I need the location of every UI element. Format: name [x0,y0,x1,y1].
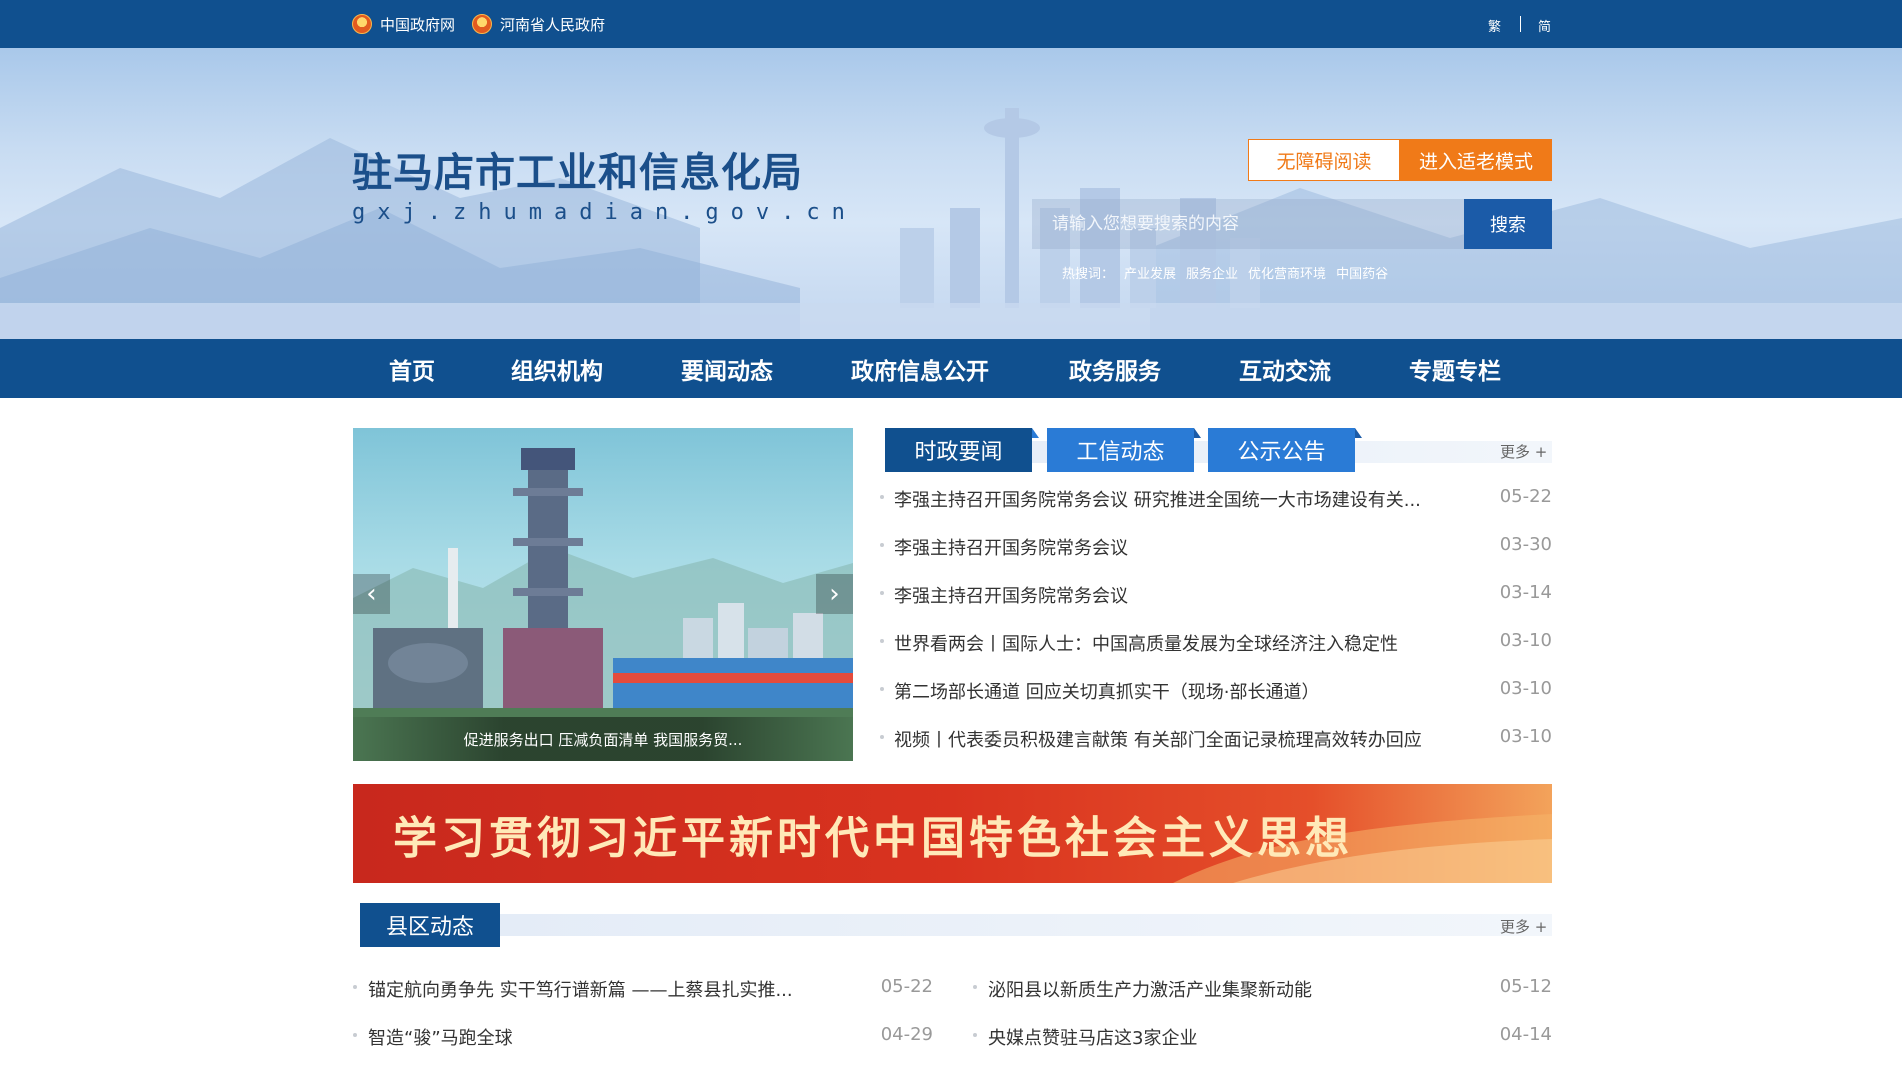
city-skyline-illustration [0,108,1902,339]
news-title[interactable]: 世界看两会丨国际人士：中国高质量发展为全球经济注入稳定性 [894,630,1398,656]
tab-county-news[interactable]: 县区动态 [360,903,500,947]
party-banner-text: 学习贯彻习近平新时代中国特色社会主义思想 [393,812,1353,864]
list-item[interactable]: 李强主持召开国务院常务会议 03-30 [880,534,1552,560]
tab-announcements-label: 公示公告 [1237,440,1326,465]
search-button[interactable]: 搜索 [1464,199,1552,249]
tab-announcements[interactable]: 公示公告 [1208,428,1362,472]
bullet-icon [880,543,884,547]
news-date: 05-22 [1499,486,1552,507]
news-title[interactable]: 李强主持召开国务院常务会议 [894,582,1128,608]
nav-item-news[interactable]: 要闻动态 [681,339,773,398]
news-title[interactable]: 第二场部长通道 回应关切真抓实干（现场·部长通道） [894,678,1319,704]
county-news-title[interactable]: 锚定航向勇争先 实干笃行谱新篇 ——上蔡县扎实推... [368,976,793,1002]
hot-term[interactable]: 优化营商环境 [1248,263,1326,282]
hot-search-label: 热搜词： [1062,267,1115,282]
county-news-date: 04-14 [1499,1024,1552,1045]
news-title[interactable]: 李强主持召开国务院常务会议 [894,534,1128,560]
site-title: 驻马店市工业和信息化局 [352,149,803,196]
party-theme-banner[interactable]: 学习贯彻习近平新时代中国特色社会主义思想 [353,784,1552,883]
national-emblem-icon [352,14,372,34]
hot-term[interactable]: 产业发展 [1124,263,1176,282]
bullet-icon [880,591,884,595]
search-input[interactable] [1032,199,1464,249]
nav-item-home[interactable]: 首页 [389,339,435,398]
list-item[interactable]: 李强主持召开国务院常务会议 03-14 [880,582,1552,608]
hot-term[interactable]: 中国药谷 [1336,263,1388,282]
bullet-icon [353,985,357,989]
lang-divider [1520,16,1521,32]
accessibility-reading-button[interactable]: 无障碍阅读 [1248,139,1400,181]
nav-item-interaction[interactable]: 互动交流 [1239,339,1331,398]
lang-traditional-link[interactable]: 繁 [1488,16,1501,35]
slider-prev-button[interactable]: ‹ [353,574,390,614]
county-news-title[interactable]: 泌阳县以新质生产力激活产业集聚新动能 [988,976,1312,1002]
county-more-link[interactable]: 更多 + [1500,916,1547,937]
nav-item-gov-services[interactable]: 政务服务 [1069,339,1161,398]
bullet-icon [973,1033,977,1037]
chevron-right-icon: › [829,579,840,609]
list-item[interactable]: 智造“骏”马跑全球 04-29 [353,1024,933,1050]
tab-corner [1194,428,1201,438]
nav-item-special-topics[interactable]: 专题专栏 [1409,339,1501,398]
list-item[interactable]: 第二场部长通道 回应关切真抓实干（现场·部长通道） 03-10 [880,678,1552,704]
top-bar: 中国政府网 河南省人民政府 繁 简 [0,0,1902,48]
county-tab-underline [492,914,1552,936]
news-date: 03-30 [1499,534,1552,555]
national-emblem-icon [472,14,492,34]
list-item[interactable]: 泌阳县以新质生产力激活产业集聚新动能 05-12 [973,976,1552,1002]
bullet-icon [880,687,884,691]
news-date: 03-10 [1499,678,1552,699]
header-banner: 驻马店市工业和信息化局 gxj.zhumadian.gov.cn 无障碍阅读 进… [0,48,1902,339]
bullet-icon [880,735,884,739]
slider-next-button[interactable]: › [816,574,853,614]
list-item[interactable]: 锚定航向勇争先 实干笃行谱新篇 ——上蔡县扎实推... 05-22 [353,976,933,1002]
tab-county-news-label: 县区动态 [385,915,474,940]
bullet-icon [880,495,884,499]
county-news-date: 04-29 [880,1024,933,1045]
slider-caption[interactable]: 促进服务出口 压减负面清单 我国服务贸... [353,717,853,761]
hot-term[interactable]: 服务企业 [1186,263,1238,282]
tab-industry-news[interactable]: 工信动态 [1047,428,1201,472]
list-item[interactable]: 央媒点赞驻马店这3家企业 04-14 [973,1024,1552,1050]
link-china-gov-label: 中国政府网 [380,15,456,34]
news-image-slider[interactable]: ‹ › 促进服务出口 压减负面清单 我国服务贸... [353,428,853,761]
list-item[interactable]: 世界看两会丨国际人士：中国高质量发展为全球经济注入稳定性 03-10 [880,630,1552,656]
chevron-left-icon: ‹ [366,579,377,609]
county-news-date: 05-12 [1499,976,1552,997]
hot-search-terms: 热搜词： 产业发展 服务企业 优化营商环境 中国药谷 [1062,263,1388,282]
news-title[interactable]: 李强主持召开国务院常务会议 研究推进全国统一大市场建设有关... [894,486,1421,512]
link-china-gov[interactable]: 中国政府网 [352,14,455,34]
tab-current-affairs-label: 时政要闻 [914,440,1003,465]
elder-mode-button[interactable]: 进入适老模式 [1400,139,1552,181]
bullet-icon [353,1033,357,1037]
county-news-title[interactable]: 央媒点赞驻马店这3家企业 [988,1024,1197,1050]
nav-item-info-disclosure[interactable]: 政府信息公开 [851,339,989,398]
tab-current-affairs[interactable]: 时政要闻 [885,428,1039,472]
main-nav: 首页 组织机构 要闻动态 政府信息公开 政务服务 互动交流 专题专栏 [0,339,1902,398]
nav-item-organization[interactable]: 组织机构 [511,339,603,398]
bullet-icon [880,639,884,643]
news-date: 03-10 [1499,630,1552,651]
tab-corner [1032,428,1039,438]
county-news-title[interactable]: 智造“骏”马跑全球 [368,1024,513,1050]
lang-simplified-link[interactable]: 简 [1538,16,1551,35]
link-henan-gov-label: 河南省人民政府 [500,15,606,34]
link-henan-gov[interactable]: 河南省人民政府 [472,14,605,34]
bullet-icon [973,985,977,989]
tab-corner [1355,428,1362,438]
tab-industry-news-label: 工信动态 [1076,440,1165,465]
county-news-date: 05-22 [880,976,933,997]
news-more-link[interactable]: 更多 + [1500,441,1547,462]
list-item[interactable]: 视频丨代表委员积极建言献策 有关部门全面记录梳理高效转办回应 03-10 [880,726,1552,752]
list-item[interactable]: 李强主持召开国务院常务会议 研究推进全国统一大市场建设有关... 05-22 [880,486,1552,512]
site-domain: gxj.zhumadian.gov.cn [352,200,857,225]
steel-plant-photo [353,448,853,761]
news-title[interactable]: 视频丨代表委员积极建言献策 有关部门全面记录梳理高效转办回应 [894,726,1422,752]
news-date: 03-14 [1499,582,1552,603]
news-date: 03-10 [1499,726,1552,747]
